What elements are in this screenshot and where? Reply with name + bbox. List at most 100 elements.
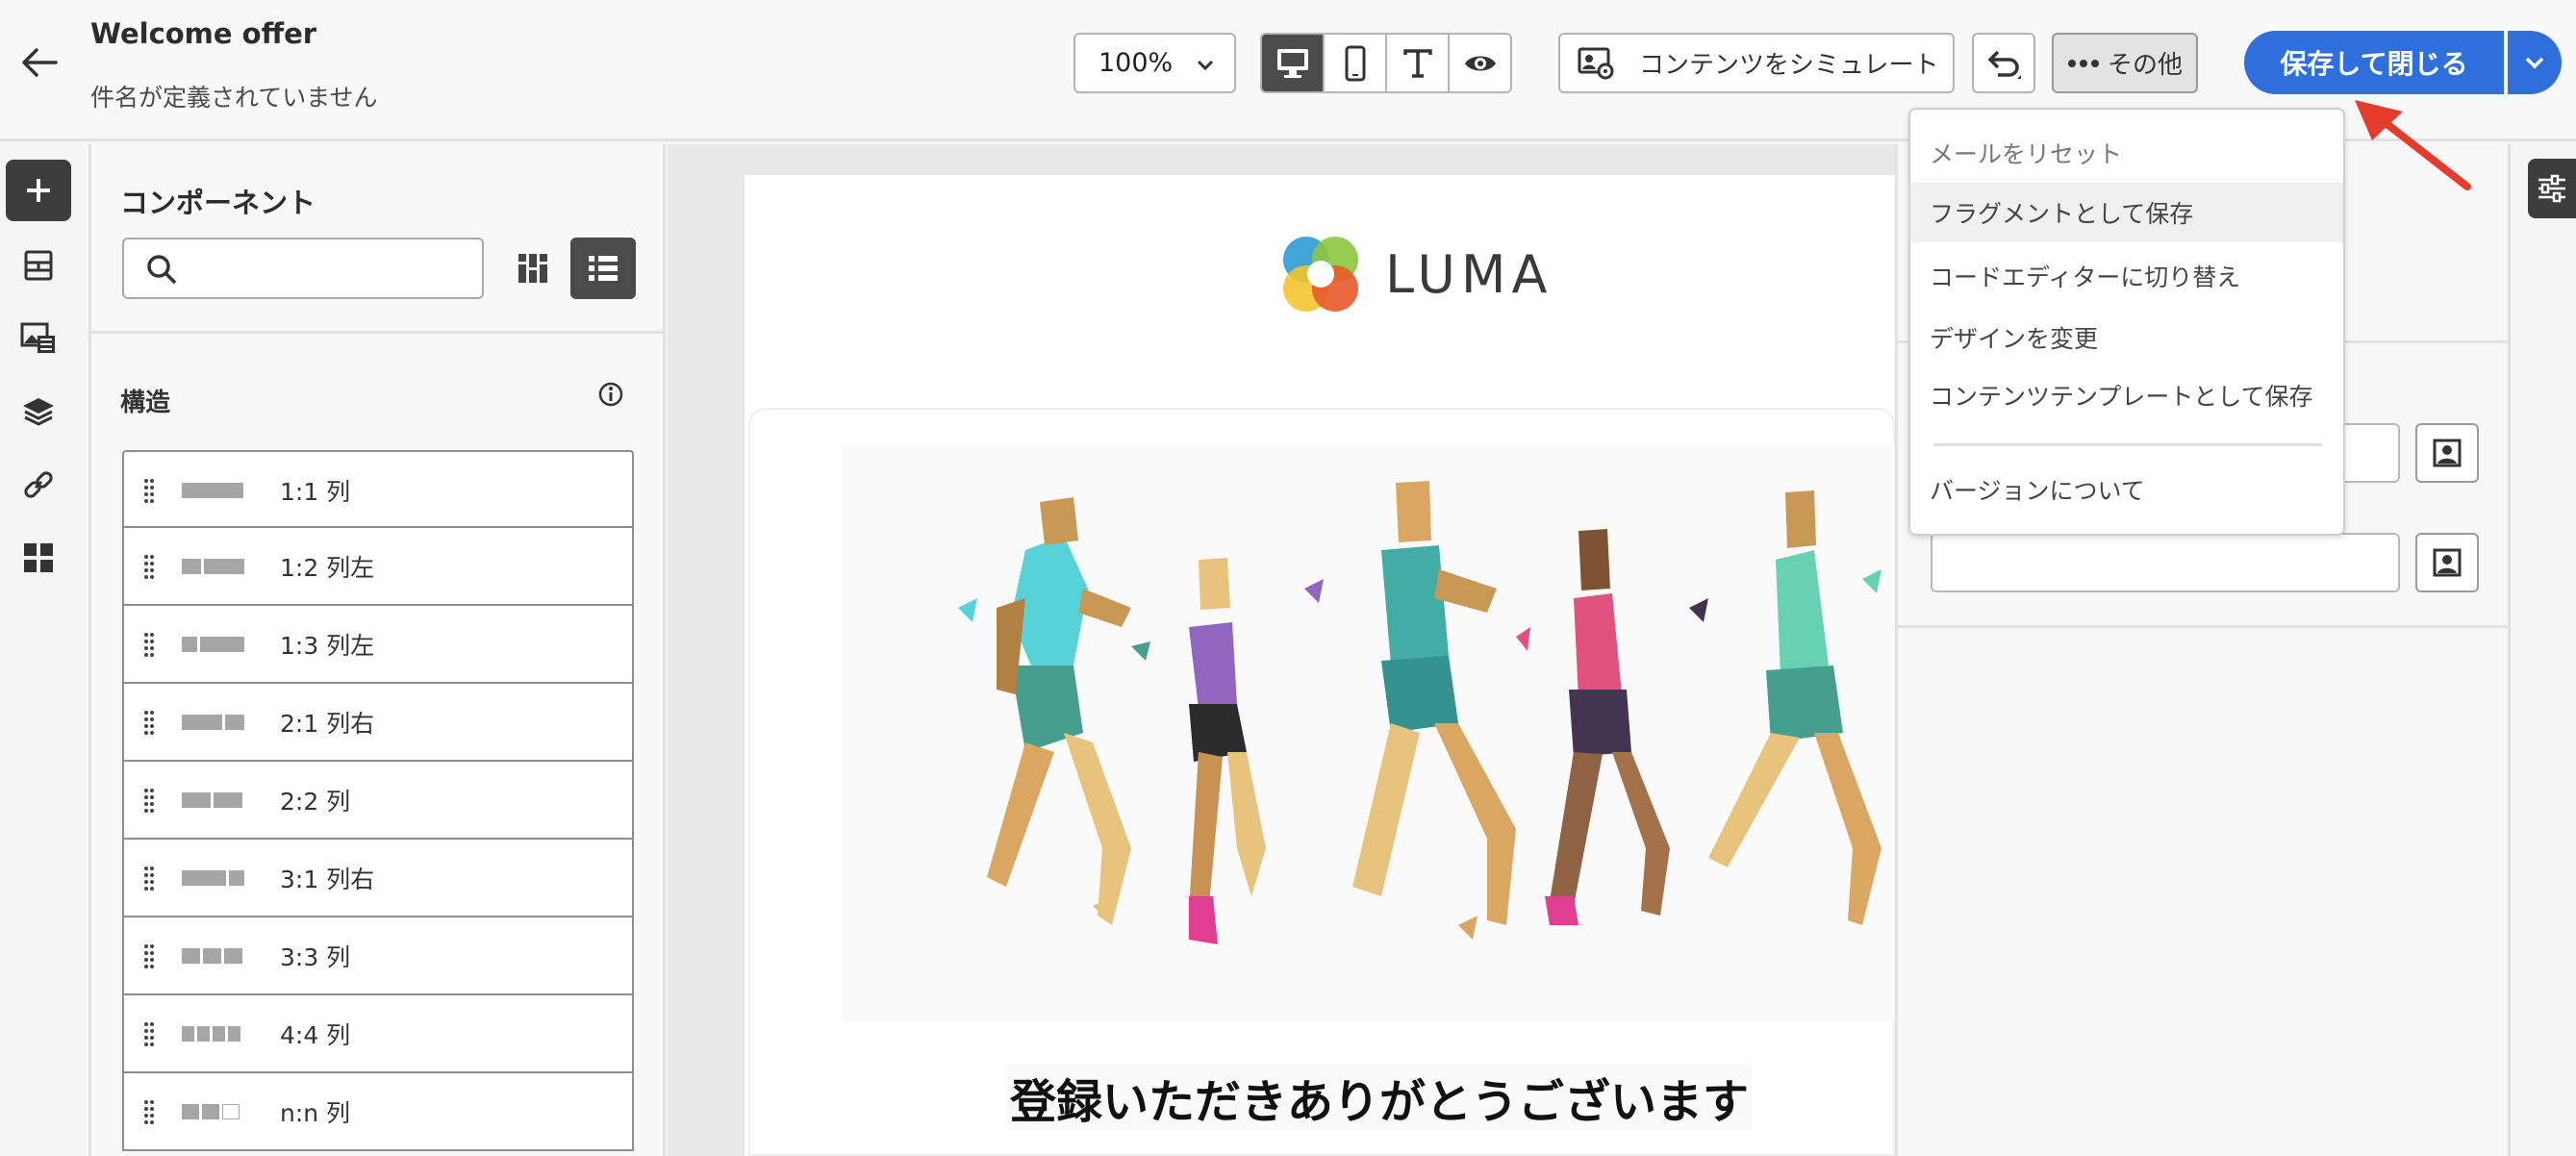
text-icon [1402, 48, 1432, 78]
list-item[interactable]: 3:3 列 [122, 917, 634, 995]
menu-separator [1933, 443, 2322, 446]
callout-arrow-icon [2355, 100, 2471, 190]
layers-rail-button[interactable] [6, 381, 71, 442]
list-item[interactable]: 4:4 列 [122, 995, 634, 1073]
zoom-select[interactable]: 100% [1073, 33, 1236, 93]
image-picker-icon [2433, 439, 2462, 467]
menu-item-change-design[interactable]: デザインを変更 [1910, 308, 2343, 367]
text-view-button[interactable] [1387, 35, 1450, 91]
hero-image[interactable] [843, 444, 1895, 1021]
layers-icon [23, 398, 54, 426]
mobile-view-button[interactable] [1325, 35, 1387, 91]
panel-divider [1898, 625, 2508, 628]
assets-rail-button[interactable] [6, 308, 71, 369]
image-picker-icon [2433, 548, 2462, 577]
column-layout-icon [182, 1026, 240, 1042]
image-gallery-icon [20, 322, 55, 353]
component-search-input[interactable] [122, 238, 484, 299]
chevron-down-icon [1197, 60, 1214, 71]
list-item-label: n:n 列 [280, 1099, 351, 1127]
list-item[interactable]: 2:2 列 [122, 762, 634, 840]
list-item[interactable]: 1:3 列左 [122, 606, 634, 684]
search-icon [147, 255, 177, 285]
drag-handle-icon [144, 479, 154, 503]
column-layout-icon [182, 637, 244, 652]
drag-handle-icon [144, 1022, 154, 1046]
list-item[interactable]: 1:1 列 [122, 450, 634, 528]
asset-picker-button[interactable] [2415, 533, 2479, 592]
drag-handle-icon [144, 867, 154, 891]
list-item-label: 2:1 列右 [280, 710, 375, 738]
luma-logo: LUMA [1277, 231, 1553, 317]
list-item-label: 1:3 列左 [280, 632, 375, 660]
list-view-button[interactable] [570, 238, 636, 299]
left-rail [0, 144, 81, 1156]
property-field[interactable] [1931, 533, 2400, 592]
menu-item-reset-email: メールをリセット [1930, 140, 2123, 168]
right-rail [2513, 144, 2576, 1156]
list-item[interactable]: 1:2 列左 [122, 528, 634, 606]
menu-item-about-version[interactable]: バージョンについて [1910, 460, 2343, 519]
more-label: その他 [2107, 51, 2183, 80]
links-rail-button[interactable] [6, 454, 71, 515]
eye-icon [1464, 56, 1496, 70]
components-panel: コンポーネント 構造 1:1 列 1:2 列左 1:3 列左 2:1 列右 2:… [88, 144, 666, 1156]
add-component-button[interactable] [6, 160, 71, 221]
list-item-label: 3:3 列 [280, 943, 351, 971]
page-subtitle: 件名が定義されていません [90, 84, 378, 112]
list-item[interactable]: 3:1 列右 [122, 840, 634, 917]
asset-picker-button[interactable] [2415, 423, 2479, 483]
settings-panel-button[interactable] [2528, 159, 2576, 218]
back-arrow-icon[interactable] [17, 40, 62, 85]
preview-button[interactable] [1450, 35, 1510, 91]
more-dots-icon [2067, 59, 2099, 67]
column-layout-icon [182, 715, 244, 730]
components-title: コンポーネント [120, 187, 316, 219]
fragments-rail-button[interactable] [6, 527, 71, 589]
drag-handle-icon [144, 633, 154, 657]
structure-list: 1:1 列 1:2 列左 1:3 列左 2:1 列右 2:2 列 3:1 列右 [122, 450, 634, 1151]
drag-handle-icon [144, 1100, 154, 1124]
menu-item-switch-to-code-editor[interactable]: コードエディターに切り替え [1910, 246, 2343, 306]
drag-handle-icon [144, 944, 154, 968]
save-and-close-button[interactable]: 保存して閉じる [2244, 31, 2504, 94]
info-icon[interactable] [597, 381, 624, 412]
drag-handle-icon [144, 789, 154, 813]
undo-button[interactable] [1972, 33, 2035, 93]
more-button[interactable]: その他 [2052, 33, 2198, 93]
list-item-label: 2:2 列 [280, 788, 351, 816]
email-heading[interactable]: 登録いただきありがとうございます [1006, 1064, 1754, 1131]
list-view-icon [589, 256, 618, 281]
column-layout-icon [182, 948, 242, 964]
more-menu: メールをリセット フラグメントとして保存 コードエディターに切り替え デザインを… [1908, 108, 2345, 536]
column-layout-icon [182, 870, 244, 886]
list-item-label: 3:1 列右 [280, 866, 375, 893]
drag-handle-icon [144, 711, 154, 735]
undo-icon [1987, 50, 2021, 79]
structure-heading: 構造 [120, 389, 171, 417]
list-item-label: 1:2 列左 [280, 554, 375, 582]
link-icon [24, 471, 53, 498]
list-item-label: 4:4 列 [280, 1021, 351, 1049]
column-layout-icon [182, 1104, 240, 1119]
column-layout-icon [182, 559, 244, 574]
grid-view-button[interactable] [509, 242, 557, 294]
simulate-label: コンテンツをシミュレート [1639, 51, 1939, 80]
menu-item-save-as-template[interactable]: コンテンツテンプレートとして保存 [1910, 365, 2343, 425]
menu-item-save-as-fragment[interactable]: フラグメントとして保存 [1910, 183, 2343, 242]
column-layout-icon [182, 792, 242, 808]
desktop-view-button[interactable] [1262, 35, 1325, 91]
column-layout-icon [182, 483, 243, 498]
simulate-content-button[interactable]: コンテンツをシミュレート [1558, 33, 1955, 93]
structure-icon [24, 250, 53, 281]
list-item[interactable]: n:n 列 [122, 1073, 634, 1151]
structure-rail-button[interactable] [6, 235, 71, 296]
runners-illustration [958, 481, 1881, 944]
list-item[interactable]: 2:1 列右 [122, 684, 634, 762]
simulate-icon [1578, 47, 1614, 79]
grid-icon [24, 543, 53, 572]
logo-text: LUMA [1385, 243, 1553, 305]
save-options-button[interactable] [2508, 31, 2562, 94]
chevron-down-icon [2525, 57, 2544, 69]
panel-divider [91, 331, 663, 334]
